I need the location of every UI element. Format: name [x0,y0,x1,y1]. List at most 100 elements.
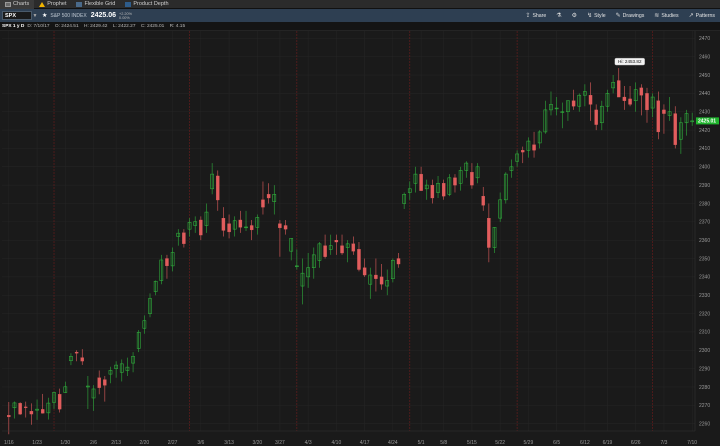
y-tick-label: 2410 [699,146,710,152]
x-tick-label: 6/19 [603,440,613,446]
y-tick-label: 2320 [699,311,710,317]
x-tick-label: 1/30 [60,440,70,446]
main-tab-bar: Charts Prophet Flexible Grid Product Dep… [0,0,720,9]
settings-button[interactable]: ⚙ [567,9,582,22]
candle-down [221,218,226,231]
x-tick-label: 2/20 [139,440,149,446]
last-price-label: 2425.01 [698,119,716,125]
x-tick-label: 6/5 [553,440,560,446]
chart-symbol-tag[interactable]: SPX 1 y D [2,24,24,29]
candle-down [379,276,384,285]
patterns-button[interactable]: ↗ Patterns [684,9,720,22]
candle-down [7,415,11,418]
x-tick-label: 2/13 [111,440,121,446]
candle-down [430,184,435,199]
candle-down [374,274,378,279]
drawings-button[interactable]: ✎ Drawings [611,9,650,22]
candle-down [441,183,446,197]
y-tick-label: 2310 [699,330,710,336]
symbol-dropdown-icon[interactable]: ▼ [32,11,38,20]
candle-down [645,93,649,111]
candle-down [532,144,536,151]
candle-down [80,357,84,362]
candle-down [481,195,485,206]
candle-down [419,173,423,191]
patterns-icon: ↗ [688,13,694,19]
style-icon: ↯ [587,13,593,19]
candle-down [521,150,525,153]
change-line-2: 0.00% [119,15,130,20]
price-chart[interactable]: 2260 2270 2280 2290 2300 2310 2320 2330 2340 2350… [0,31,720,446]
y-tick-label: 2300 [699,348,710,354]
candle-down [656,100,660,133]
y-tick-label: 2260 [699,421,710,427]
ohlc-low: L: 2422.27 [112,23,136,29]
tab-charts[interactable]: Charts [0,0,35,9]
tab-flexible-grid-label: Flexible Grid [84,1,116,7]
ohlc-readout: D: 7/10/17 O: 2424.51 H: 2429.42 L: 2422… [27,24,189,29]
x-tick-label: 5/8 [440,440,447,446]
symbol-description: S&P 500 INDEX [50,12,87,19]
last-price: 2425.06 [90,12,117,19]
x-tick-label: 6/12 [580,440,590,446]
candle-down [29,411,34,415]
x-tick-label: 5/29 [524,440,534,446]
y-tick-label: 2380 [699,201,710,207]
candle-down [103,379,107,386]
chart-toolbar: SPX ▼ ★ S&P 500 INDEX 2425.06 +2.20% 0.0… [0,9,720,22]
studies-button[interactable]: ≋ Studies [649,9,683,22]
tab-flexible-grid[interactable]: Flexible Grid [71,0,120,9]
candle-down [662,109,666,114]
x-tick-label: 5/22 [495,440,505,446]
candle-down [238,219,243,228]
x-tick-label: 3/13 [224,440,234,446]
pencil-icon: ✎ [615,13,621,19]
candle-down [57,394,62,410]
candle-down [199,219,203,236]
candle-down [182,232,186,244]
x-tick-label: 6/26 [631,440,641,446]
y-tick-label: 2290 [699,366,710,372]
candle-down [351,243,356,252]
flask-button[interactable]: ⚗ [551,9,566,22]
x-tick-label: 3/6 [197,440,204,446]
x-tick-label: 1/23 [32,440,42,446]
style-label: Style [594,12,606,19]
candle-down [216,175,220,201]
ohlc-date: D: 7/10/17 [27,23,50,29]
symbol-input[interactable]: SPX [2,11,32,20]
candle-down [334,240,339,243]
share-button[interactable]: ⇪ Share [520,9,551,22]
tab-prophet-label: Prophet [47,1,67,7]
x-tick-label: 4/3 [305,440,312,446]
candle-down [74,351,79,354]
drawings-label: Drawings [622,12,645,19]
candle-down [24,406,28,408]
star-icon[interactable]: ★ [42,12,47,19]
candle-down [362,267,367,276]
candle-down [323,245,327,257]
ohlc-high: H: 2429.42 [83,23,108,29]
y-tick-label: 2390 [699,183,710,189]
style-button[interactable]: ↯ Style [582,9,611,22]
y-tick-label: 2370 [699,220,710,226]
tab-prophet[interactable]: Prophet [34,0,71,9]
candle-down [470,172,474,186]
candle-down [340,245,344,254]
candle-down [639,87,644,96]
chart-header: SPX 1 y D D: 7/10/17 O: 2424.51 H: 2429.… [0,22,720,31]
candle-down [588,95,593,105]
y-tick-label: 2420 [699,128,710,134]
y-tick-label: 2430 [699,110,710,116]
candle-down [628,98,632,105]
warning-icon [39,1,46,7]
candle-down [97,377,101,388]
share-label: Share [532,12,547,19]
candle-down [18,403,22,415]
candle-down [278,223,282,229]
y-tick-label: 2440 [699,91,710,97]
x-tick-label: 4/24 [388,440,398,446]
tab-product-depth[interactable]: Product Depth [120,0,173,9]
tab-product-depth-label: Product Depth [133,1,169,7]
candle-down [357,249,361,270]
